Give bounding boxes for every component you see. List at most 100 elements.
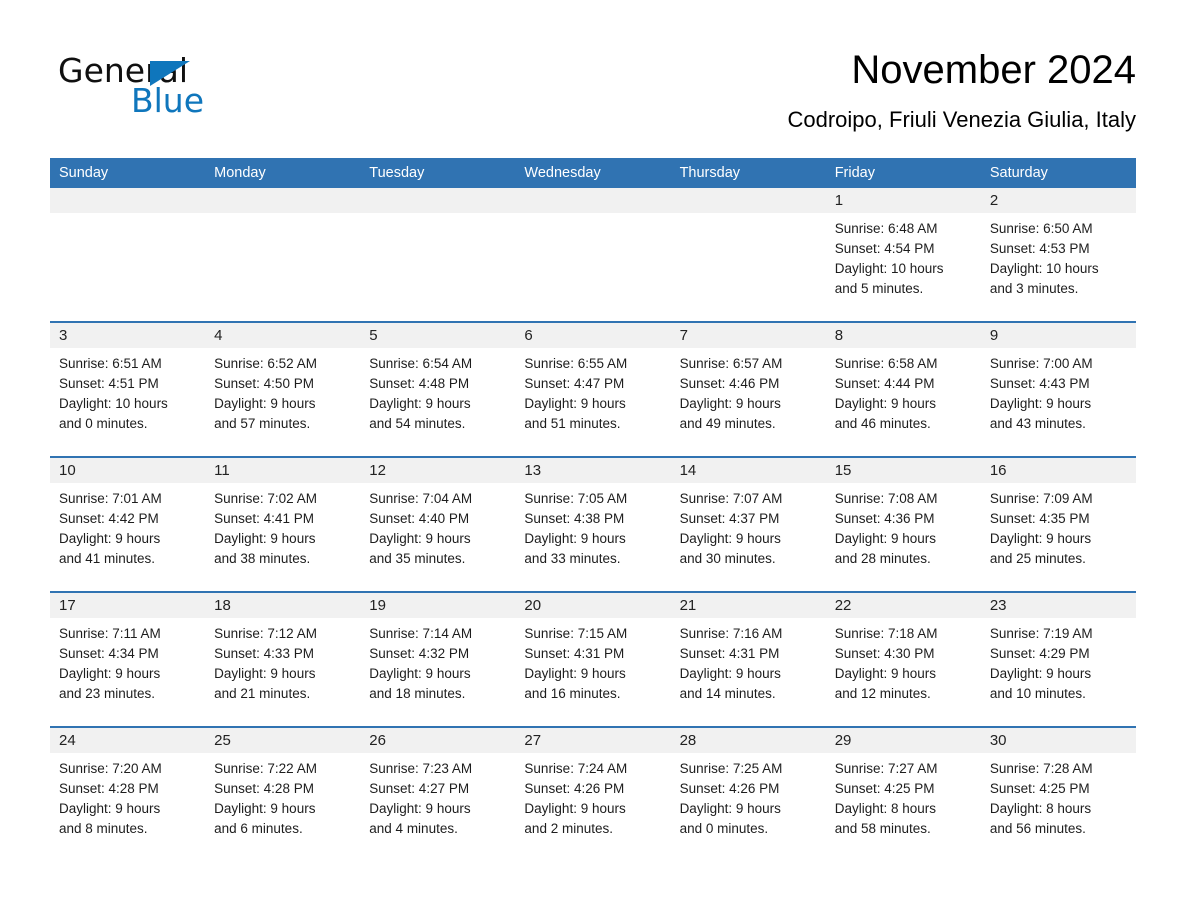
sunset-text: Sunset: 4:31 PM	[679, 646, 780, 661]
sunrise-text: Sunrise: 6:54 AM	[369, 356, 473, 371]
daylight-text-line2: and 14 minutes.	[679, 686, 776, 701]
day-number: 20	[515, 593, 671, 618]
day-cell[interactable]: 16 Sunrise: 7:09 AM Sunset: 4:35 PM Dayligh…	[980, 458, 1136, 591]
daylight-text-line1: Daylight: 9 hours	[524, 531, 626, 546]
week-row: 1 Sunrise: 6:48 AM Sunset: 4:54 PM Daylight…	[50, 188, 1136, 321]
day-cell[interactable]: 6 Sunrise: 6:55 AM Sunset: 4:47 PM Daylight…	[515, 323, 671, 456]
day-number: 23	[980, 593, 1136, 618]
daylight-text-line2: and 5 minutes.	[834, 281, 924, 296]
day-cell[interactable]: 8 Sunrise: 6:58 AM Sunset: 4:44 PM Daylight…	[825, 323, 981, 456]
daylight-text-line2: and 41 minutes.	[59, 551, 156, 566]
sunrise-text: Sunrise: 7:14 AM	[369, 626, 473, 641]
day-cell[interactable]: 12 Sunrise: 7:04 AM Sunset: 4:40 PM Dayligh…	[360, 458, 516, 591]
day-cell[interactable]: 10 Sunrise: 7:01 AM Sunset: 4:42 PM Dayligh…	[50, 458, 206, 591]
weekday-saturday: Saturday	[989, 165, 1048, 181]
day-cell[interactable]: 2 Sunrise: 6:50 AM Sunset: 4:53 PM Daylight…	[980, 188, 1136, 321]
day-cell[interactable]: 27 Sunrise: 7:24 AM Sunset: 4:26 PM Dayligh…	[515, 728, 671, 861]
daylight-text-line1: Daylight: 9 hours	[369, 396, 471, 411]
daylight-text-line1: Daylight: 8 hours	[834, 801, 937, 816]
sunset-text: Sunset: 4:36 PM	[834, 511, 935, 526]
day-cell[interactable]: 13 Sunrise: 7:05 AM Sunset: 4:38 PM Dayligh…	[515, 458, 671, 591]
day-details: Sunrise: 7:25 AM Sunset: 4:26 PM Daylight:…	[671, 753, 826, 839]
day-cell[interactable]: 1 Sunrise: 6:48 AM Sunset: 4:54 PM Daylight…	[825, 188, 981, 321]
daylight-text-line1: Daylight: 10 hours	[834, 261, 944, 276]
day-cell[interactable]: 17 Sunrise: 7:11 AM Sunset: 4:34 PM Dayligh…	[50, 593, 206, 726]
day-number: 7	[670, 323, 826, 348]
day-cell[interactable]: 14 Sunrise: 7:07 AM Sunset: 4:37 PM Dayligh…	[670, 458, 826, 591]
sunrise-text: Sunrise: 6:58 AM	[834, 356, 938, 371]
day-details: Sunrise: 7:04 AM Sunset: 4:40 PM Daylight:…	[360, 483, 515, 569]
calendar-weeks: 1 Sunrise: 6:48 AM Sunset: 4:54 PM Daylight…	[50, 188, 1136, 861]
daylight-text-line2: and 2 minutes.	[524, 821, 613, 836]
sunset-text: Sunset: 4:46 PM	[679, 376, 780, 391]
daylight-text-line1: Daylight: 9 hours	[214, 396, 316, 411]
day-cell[interactable]: 23 Sunrise: 7:19 AM Sunset: 4:29 PM Dayligh…	[980, 593, 1136, 726]
day-cell-empty	[515, 188, 671, 321]
day-cell[interactable]: 29 Sunrise: 7:27 AM Sunset: 4:25 PM Dayligh…	[825, 728, 981, 861]
sunset-text: Sunset: 4:26 PM	[524, 781, 625, 796]
sunrise-text: Sunrise: 7:04 AM	[369, 491, 473, 506]
logo-text-blue: Blue	[131, 81, 205, 120]
daylight-text-line1: Daylight: 9 hours	[834, 396, 937, 411]
daylight-text-line1: Daylight: 9 hours	[834, 666, 937, 681]
day-details: Sunrise: 7:01 AM Sunset: 4:42 PM Daylight:…	[50, 483, 205, 569]
day-cell[interactable]: 25 Sunrise: 7:22 AM Sunset: 4:28 PM Dayligh…	[205, 728, 361, 861]
sunset-text: Sunset: 4:43 PM	[989, 376, 1090, 391]
day-details: Sunrise: 6:54 AM Sunset: 4:48 PM Daylight:…	[360, 348, 515, 434]
day-number: 12	[360, 458, 516, 483]
day-details: Sunrise: 7:16 AM Sunset: 4:31 PM Daylight:…	[671, 618, 826, 704]
daylight-text-line2: and 57 minutes.	[214, 416, 311, 431]
day-number: 1	[825, 188, 981, 213]
day-details: Sunrise: 7:07 AM Sunset: 4:37 PM Daylight:…	[671, 483, 826, 569]
sunset-text: Sunset: 4:51 PM	[59, 376, 159, 391]
day-number: 17	[50, 593, 206, 618]
day-cell-empty	[205, 188, 361, 321]
daylight-text-line2: and 8 minutes.	[59, 821, 148, 836]
day-cell[interactable]: 9 Sunrise: 7:00 AM Sunset: 4:43 PM Daylight…	[980, 323, 1136, 456]
day-cell[interactable]: 22 Sunrise: 7:18 AM Sunset: 4:30 PM Dayligh…	[825, 593, 981, 726]
day-number: 2	[980, 188, 1136, 213]
day-cell[interactable]: 18 Sunrise: 7:12 AM Sunset: 4:33 PM Dayligh…	[205, 593, 361, 726]
day-cell[interactable]: 21 Sunrise: 7:16 AM Sunset: 4:31 PM Dayligh…	[670, 593, 826, 726]
sunrise-text: Sunrise: 7:16 AM	[679, 626, 783, 641]
sunrise-text: Sunrise: 7:08 AM	[834, 491, 938, 506]
sunrise-text: Sunrise: 7:12 AM	[214, 626, 317, 641]
sunrise-text: Sunrise: 6:48 AM	[834, 221, 938, 236]
day-cell-empty	[50, 188, 206, 321]
general-blue-logo[interactable]: General Blue	[58, 52, 318, 122]
day-details: Sunrise: 7:02 AM Sunset: 4:41 PM Daylight:…	[205, 483, 360, 569]
sunset-text: Sunset: 4:40 PM	[369, 511, 470, 526]
day-cell[interactable]: 19 Sunrise: 7:14 AM Sunset: 4:32 PM Dayligh…	[360, 593, 516, 726]
day-cell[interactable]: 30 Sunrise: 7:28 AM Sunset: 4:25 PM Dayligh…	[980, 728, 1136, 861]
day-number: 26	[360, 728, 516, 753]
day-cell[interactable]: 15 Sunrise: 7:08 AM Sunset: 4:36 PM Dayligh…	[825, 458, 981, 591]
day-cell[interactable]: 28 Sunrise: 7:25 AM Sunset: 4:26 PM Dayligh…	[670, 728, 826, 861]
day-cell[interactable]: 26 Sunrise: 7:23 AM Sunset: 4:27 PM Dayligh…	[360, 728, 516, 861]
day-details: Sunrise: 7:22 AM Sunset: 4:28 PM Daylight:…	[205, 753, 360, 839]
day-cell[interactable]: 20 Sunrise: 7:15 AM Sunset: 4:31 PM Dayligh…	[515, 593, 671, 726]
daylight-text-line1: Daylight: 8 hours	[989, 801, 1092, 816]
daylight-text-line1: Daylight: 9 hours	[214, 801, 316, 816]
sunrise-text: Sunrise: 7:09 AM	[989, 491, 1093, 506]
day-cell[interactable]: 11 Sunrise: 7:02 AM Sunset: 4:41 PM Dayligh…	[205, 458, 361, 591]
sunrise-text: Sunrise: 7:18 AM	[834, 626, 938, 641]
day-details: Sunrise: 7:05 AM Sunset: 4:38 PM Daylight:…	[515, 483, 670, 569]
day-cell[interactable]: 7 Sunrise: 6:57 AM Sunset: 4:46 PM Daylight…	[670, 323, 826, 456]
daylight-text-line1: Daylight: 9 hours	[989, 531, 1092, 546]
day-details: Sunrise: 7:28 AM Sunset: 4:25 PM Daylight:…	[981, 753, 1136, 839]
day-details: Sunrise: 7:11 AM Sunset: 4:34 PM Daylight:…	[50, 618, 205, 704]
day-cell[interactable]: 3 Sunrise: 6:51 AM Sunset: 4:51 PM Daylight…	[50, 323, 206, 456]
day-cell[interactable]: 24 Sunrise: 7:20 AM Sunset: 4:28 PM Dayligh…	[50, 728, 206, 861]
day-cell[interactable]: 4 Sunrise: 6:52 AM Sunset: 4:50 PM Daylight…	[205, 323, 361, 456]
sunset-text: Sunset: 4:35 PM	[989, 511, 1090, 526]
sunrise-text: Sunrise: 7:00 AM	[989, 356, 1093, 371]
daylight-text-line2: and 54 minutes.	[369, 416, 466, 431]
daylight-text-line2: and 43 minutes.	[989, 416, 1086, 431]
daylight-text-line2: and 56 minutes.	[989, 821, 1086, 836]
sunset-text: Sunset: 4:32 PM	[369, 646, 470, 661]
sunrise-text: Sunrise: 7:01 AM	[59, 491, 162, 506]
sunrise-text: Sunrise: 7:28 AM	[989, 761, 1093, 776]
day-number: 29	[825, 728, 981, 753]
location-subtitle: Codroipo, Friuli Venezia Giulia, Italy	[787, 107, 1137, 132]
day-cell[interactable]: 5 Sunrise: 6:54 AM Sunset: 4:48 PM Daylight…	[360, 323, 516, 456]
